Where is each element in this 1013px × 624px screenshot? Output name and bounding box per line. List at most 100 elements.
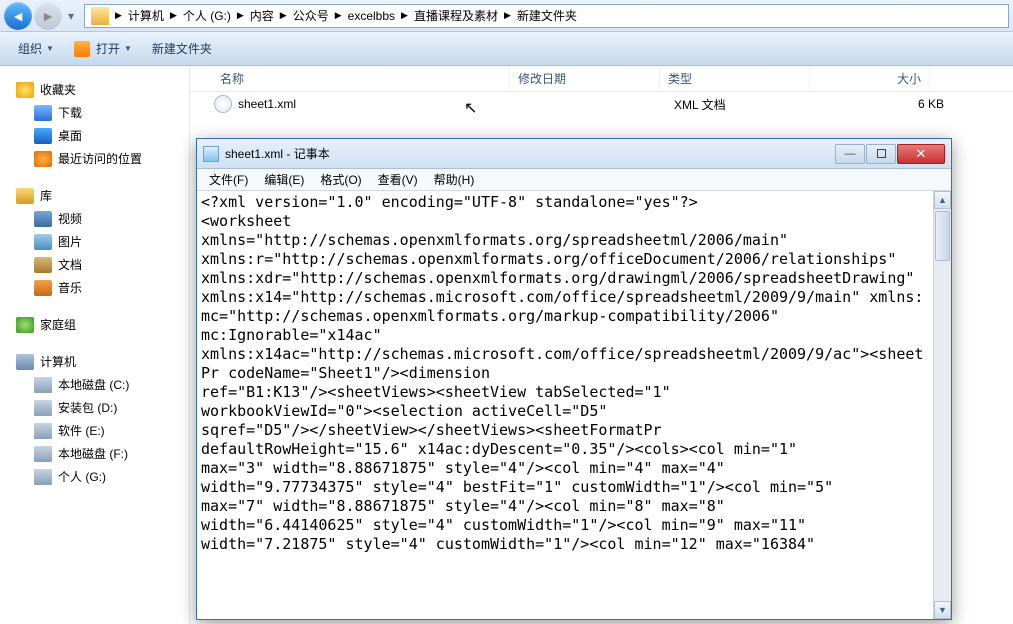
- open-button[interactable]: 打开▼: [64, 36, 142, 61]
- sidebar: 收藏夹 下载 桌面 最近访问的位置 库 视频 图片 文档 音乐 家庭组 计算机 …: [0, 66, 190, 624]
- menu-help[interactable]: 帮助(H): [426, 169, 483, 190]
- file-size: 6 KB: [824, 97, 944, 111]
- breadcrumb-seg[interactable]: 计算机: [124, 5, 168, 27]
- library-icon: [16, 188, 34, 204]
- sidebar-libraries[interactable]: 库: [0, 184, 189, 207]
- col-header-type[interactable]: 类型: [660, 66, 810, 91]
- breadcrumb-seg[interactable]: 内容: [246, 5, 278, 27]
- breadcrumb-seg[interactable]: 直播课程及素材: [410, 5, 502, 27]
- sidebar-item-label: 家庭组: [40, 316, 76, 333]
- file-name: sheet1.xml: [238, 97, 524, 111]
- notepad-titlebar[interactable]: sheet1.xml - 记事本 — ✕: [197, 139, 951, 169]
- col-header-date[interactable]: 修改日期: [510, 66, 660, 91]
- sidebar-item-label: 收藏夹: [40, 81, 76, 98]
- breadcrumb-seg[interactable]: 公众号: [289, 5, 333, 27]
- breadcrumb-sep: ▶: [278, 10, 289, 21]
- sidebar-item-label: 安装包 (D:): [58, 399, 117, 416]
- sidebar-computer[interactable]: 计算机: [0, 350, 189, 373]
- vertical-scrollbar[interactable]: ▲ ▼: [933, 191, 951, 619]
- sidebar-downloads[interactable]: 下载: [0, 101, 189, 124]
- menu-view[interactable]: 查看(V): [370, 169, 426, 190]
- close-button[interactable]: ✕: [897, 144, 945, 164]
- col-header-name[interactable]: 名称: [190, 66, 510, 91]
- menu-edit[interactable]: 编辑(E): [256, 169, 312, 190]
- sidebar-item-label: 个人 (G:): [58, 468, 106, 485]
- notepad-window: sheet1.xml - 记事本 — ✕ 文件(F) 编辑(E) 格式(O) 查…: [196, 138, 952, 620]
- favorites-icon: [16, 82, 34, 98]
- breadcrumb-seg[interactable]: excelbbs: [344, 5, 399, 27]
- nav-forward-button[interactable]: ►: [34, 2, 62, 30]
- sidebar-item-label: 软件 (E:): [58, 422, 105, 439]
- nav-history-dropdown[interactable]: ▾: [64, 9, 78, 23]
- sidebar-item-label: 下载: [58, 104, 82, 121]
- organize-button[interactable]: 组织▼: [8, 36, 64, 61]
- maximize-button[interactable]: [866, 144, 896, 164]
- folder-icon: [91, 7, 109, 25]
- col-header-size[interactable]: 大小: [810, 66, 930, 91]
- drive-icon: [34, 446, 52, 462]
- breadcrumb-seg[interactable]: 新建文件夹: [513, 5, 581, 27]
- sidebar-item-label: 文档: [58, 256, 82, 273]
- window-controls: — ✕: [834, 144, 945, 164]
- drive-icon: [34, 377, 52, 393]
- sidebar-drive-f[interactable]: 本地磁盘 (F:): [0, 442, 189, 465]
- open-icon: [74, 41, 90, 57]
- explorer-toolbar: 组织▼ 打开▼ 新建文件夹: [0, 32, 1013, 66]
- drive-icon: [34, 400, 52, 416]
- sidebar-drive-d[interactable]: 安装包 (D:): [0, 396, 189, 419]
- chevron-down-icon: ▼: [124, 44, 132, 53]
- address-bar[interactable]: ▶ 计算机 ▶ 个人 (G:) ▶ 内容 ▶ 公众号 ▶ excelbbs ▶ …: [84, 4, 1009, 28]
- sidebar-pictures[interactable]: 图片: [0, 230, 189, 253]
- breadcrumb-sep: ▶: [113, 10, 124, 21]
- sidebar-drive-c[interactable]: 本地磁盘 (C:): [0, 373, 189, 396]
- sidebar-videos[interactable]: 视频: [0, 207, 189, 230]
- sidebar-drive-g[interactable]: 个人 (G:): [0, 465, 189, 488]
- sidebar-item-label: 库: [40, 187, 52, 204]
- sidebar-item-label: 图片: [58, 233, 82, 250]
- computer-icon: [16, 354, 34, 370]
- menu-format[interactable]: 格式(O): [312, 169, 369, 190]
- notepad-title: sheet1.xml - 记事本: [225, 145, 834, 162]
- chevron-down-icon: ▼: [46, 44, 54, 53]
- homegroup-icon: [16, 317, 34, 333]
- sidebar-item-label: 视频: [58, 210, 82, 227]
- minimize-button[interactable]: —: [835, 144, 865, 164]
- sidebar-desktop[interactable]: 桌面: [0, 124, 189, 147]
- xml-file-icon: [214, 95, 232, 113]
- sidebar-item-label: 最近访问的位置: [58, 150, 142, 167]
- sidebar-documents[interactable]: 文档: [0, 253, 189, 276]
- notepad-body: <?xml version="1.0" encoding="UTF-8" sta…: [197, 191, 951, 619]
- drive-icon: [34, 469, 52, 485]
- sidebar-drive-e[interactable]: 软件 (E:): [0, 419, 189, 442]
- sidebar-recent[interactable]: 最近访问的位置: [0, 147, 189, 170]
- sidebar-homegroup[interactable]: 家庭组: [0, 313, 189, 336]
- sidebar-favorites[interactable]: 收藏夹: [0, 78, 189, 101]
- breadcrumb-sep: ▶: [502, 10, 513, 21]
- notepad-icon: [203, 146, 219, 162]
- new-folder-button[interactable]: 新建文件夹: [142, 36, 222, 61]
- maximize-icon: [877, 149, 886, 158]
- scroll-thumb[interactable]: [935, 211, 950, 261]
- scroll-down-button[interactable]: ▼: [934, 601, 951, 619]
- column-headers: 名称 修改日期 类型 大小: [190, 66, 1013, 92]
- breadcrumb-seg[interactable]: 个人 (G:): [179, 5, 235, 27]
- recent-icon: [34, 151, 52, 167]
- breadcrumb-sep: ▶: [168, 10, 179, 21]
- pictures-icon: [34, 234, 52, 250]
- sidebar-item-label: 本地磁盘 (C:): [58, 376, 129, 393]
- new-folder-label: 新建文件夹: [152, 40, 212, 57]
- notepad-text-area[interactable]: <?xml version="1.0" encoding="UTF-8" sta…: [197, 191, 933, 619]
- file-row[interactable]: sheet1.xml XML 文档 6 KB: [190, 92, 1013, 116]
- scroll-up-button[interactable]: ▲: [934, 191, 951, 209]
- explorer-nav-bar: ◄ ► ▾ ▶ 计算机 ▶ 个人 (G:) ▶ 内容 ▶ 公众号 ▶ excel…: [0, 0, 1013, 32]
- nav-back-button[interactable]: ◄: [4, 2, 32, 30]
- menu-file[interactable]: 文件(F): [201, 169, 256, 190]
- sidebar-music[interactable]: 音乐: [0, 276, 189, 299]
- downloads-icon: [34, 105, 52, 121]
- desktop-icon: [34, 128, 52, 144]
- sidebar-item-label: 本地磁盘 (F:): [58, 445, 128, 462]
- music-icon: [34, 280, 52, 296]
- breadcrumb-sep: ▶: [399, 10, 410, 21]
- sidebar-item-label: 音乐: [58, 279, 82, 296]
- breadcrumb-sep: ▶: [235, 10, 246, 21]
